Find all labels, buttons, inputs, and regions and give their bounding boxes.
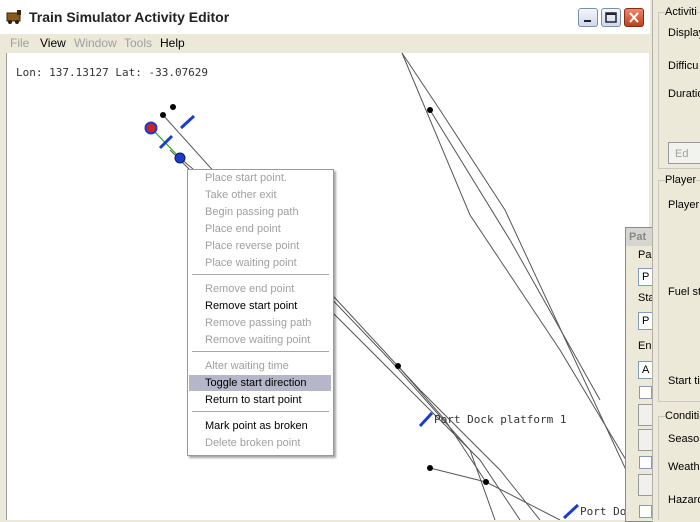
start-field[interactable]: P [638,312,653,330]
hazard-label: Hazard [668,494,700,506]
path-label: Pa [638,249,652,261]
menu-separator [192,274,329,276]
ctx-remove-end-point[interactable]: Remove end point [189,281,331,297]
end-label: En [638,340,652,352]
path-dialog-button[interactable] [638,429,653,451]
path-dialog: Pat Pa P Sta P En A [625,227,653,522]
ctx-remove-passing-path[interactable]: Remove passing path [189,315,331,331]
path-dialog-button[interactable] [638,404,653,426]
duration-label: Duratio [668,88,700,100]
start-label: Sta [638,292,653,304]
track-line [401,52,633,471]
player-group-title: Player [665,174,697,186]
activity-group-title: Activiti [665,6,697,18]
track-line [429,109,601,401]
start-point-marker [144,121,158,135]
platform-marker [179,114,196,130]
coordinates-readout: Lon: 137.13127 Lat: -33.07629 [16,66,209,79]
conditions-group-title: Conditi [665,410,700,422]
end-field[interactable]: A [638,361,653,379]
player-label: Player [668,199,700,211]
edit-button[interactable]: Ed [668,142,700,164]
ctx-remove-waiting-point[interactable]: Remove waiting point [189,332,331,348]
ctx-alter-waiting-time[interactable]: Alter waiting time [189,358,331,374]
track-node [170,104,176,110]
start-time-label: Start ti [668,375,700,387]
path-checkbox[interactable] [639,386,652,399]
ctx-toggle-start-direction[interactable]: Toggle start direction [189,375,331,391]
display-label: Display [668,27,700,39]
platform-label: Port Dock platform 1 [434,413,567,426]
track-node [160,112,166,118]
ctx-return-to-start-point[interactable]: Return to start point [189,392,331,408]
ctx-remove-start-point[interactable]: Remove start point [189,298,331,314]
platform-marker [158,134,174,150]
path-node-marker [174,152,186,164]
platform-marker [562,503,580,520]
track-node [427,107,433,113]
ctx-delete-broken-point[interactable]: Delete broken point [189,435,331,451]
path-dialog-title[interactable]: Pat [626,228,653,246]
activity-properties-panel: Activiti Display Difficu Duratio Ed Play… [652,0,700,520]
platform-marker [418,411,434,428]
path-dialog-button[interactable] [638,474,653,496]
ctx-place-waiting-point[interactable]: Place waiting point [189,255,331,271]
platform-label: Port Do [580,505,627,518]
ctx-place-end-point[interactable]: Place end point [189,221,331,237]
fuel-label: Fuel sta [668,286,700,298]
ctx-place-start-point[interactable]: Place start point. [189,170,331,186]
track-node [395,363,401,369]
track-line [401,52,641,501]
path-name-field[interactable]: P [638,268,653,286]
ctx-begin-passing-path[interactable]: Begin passing path [189,204,331,220]
track-line [397,365,561,520]
difficulty-label: Difficu [668,60,699,72]
menu-separator [192,411,329,413]
path-checkbox[interactable] [639,505,652,518]
menu-separator [192,351,329,353]
track-node [427,465,433,471]
ctx-mark-point-broken[interactable]: Mark point as broken [189,418,331,434]
context-menu: Place start point. Take other exit Begin… [187,169,334,456]
ctx-take-other-exit[interactable]: Take other exit [189,187,331,203]
ctx-place-reverse-point[interactable]: Place reverse point [189,238,331,254]
season-label: Season: [668,433,700,445]
track-node [483,479,489,485]
weather-label: Weathe [668,461,700,473]
editor-window: Train Simulator Activity Editor File Vie… [0,0,653,522]
path-checkbox[interactable] [639,456,652,469]
